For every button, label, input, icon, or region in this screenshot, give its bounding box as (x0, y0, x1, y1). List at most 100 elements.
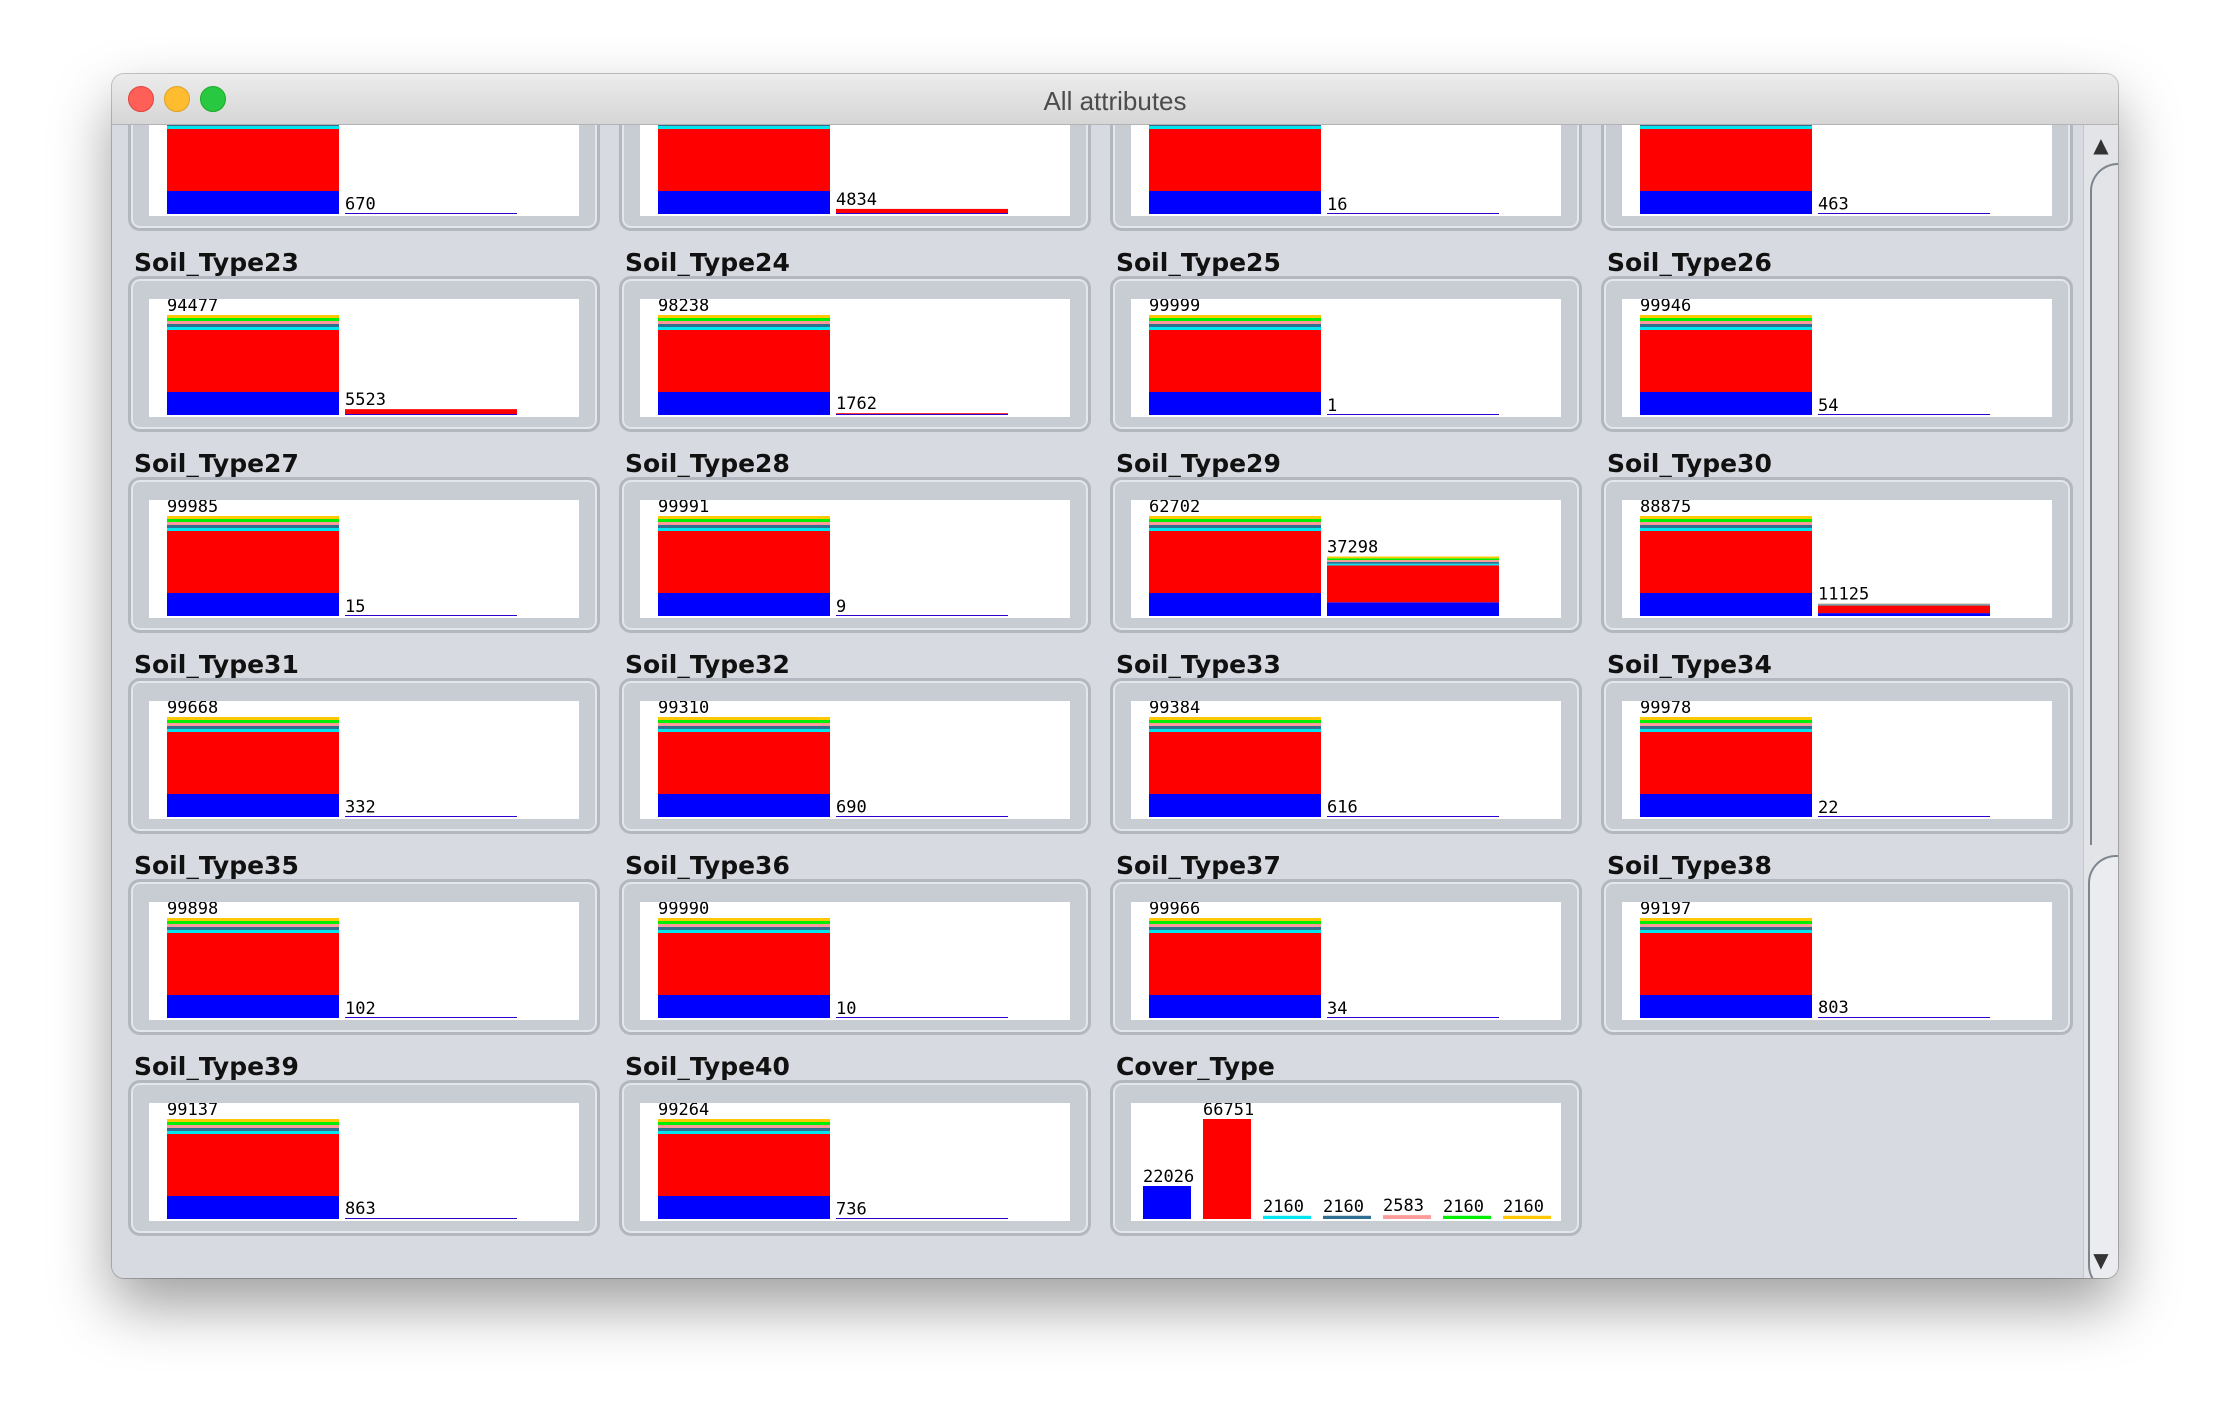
bar-segment (1149, 995, 1321, 1018)
histogram-svg: 99384 616 (1149, 701, 1499, 817)
histogram-plot: 99264 736 (640, 1103, 1070, 1221)
scroll-thumb[interactable] (2088, 855, 2118, 1278)
attribute-panel[interactable]: Soil_Type32 99310 690 (619, 650, 1091, 834)
attribute-panel[interactable]: Soil_Type30 88875 11125 (1601, 449, 2073, 633)
bar-value-label: 99197 (1640, 902, 1691, 919)
bar-segment (167, 327, 339, 330)
bar-segment (1149, 933, 1321, 995)
attribute-panel[interactable]: Soil_Type28 99991 9 (619, 449, 1091, 633)
attribute-panel[interactable]: Soil_Type23 94477 5523 (128, 248, 600, 432)
bar-segment (1327, 563, 1499, 566)
attribute-panel[interactable]: Soil_Type27 99985 15 (128, 449, 600, 633)
attribute-panel[interactable]: 99330670 (128, 125, 600, 231)
bar (1818, 816, 1990, 817)
bar-value-label: 5523 (345, 390, 386, 410)
bar-segment (1640, 318, 1812, 321)
histogram-frame: 99537463 (1601, 125, 2073, 231)
bar-segment (1327, 565, 1499, 603)
attribute-panel[interactable]: 951664834 (619, 125, 1091, 231)
attribute-panel[interactable]: Soil_Type36 99990 10 (619, 851, 1091, 1035)
attribute-panel[interactable]: Soil_Type29 62702 37298 (1110, 449, 1582, 633)
bar-value-label: 99137 (167, 1103, 218, 1120)
bar-segment (658, 933, 830, 995)
arrow-down-icon[interactable]: ▼ (2084, 1248, 2118, 1272)
bar-segment (658, 794, 830, 817)
bar-segment (167, 794, 339, 817)
scroll-track[interactable] (2090, 163, 2118, 845)
bar-value-label: 99384 (1149, 701, 1200, 718)
bar-segment (1327, 558, 1499, 561)
bar-segment (1640, 729, 1812, 732)
histogram-plot: 99898 102 (149, 902, 579, 1020)
bar-segment (167, 921, 339, 924)
bar (836, 414, 1008, 415)
attribute-panel[interactable]: Soil_Type37 99966 34 (1110, 851, 1582, 1035)
bar-segment (658, 930, 830, 933)
attribute-panel[interactable]: Soil_Type33 99384 616 (1110, 650, 1582, 834)
attribute-name: Soil_Type27 (134, 449, 299, 478)
attribute-panel[interactable]: Cover_Type 22026 66751 2160 2160 2583 2160 2160 (1110, 1052, 1582, 1236)
bar-segment (658, 191, 830, 214)
bar (836, 1017, 1008, 1018)
bar-segment (1149, 129, 1321, 191)
vertical-scrollbar[interactable]: ▲ ▼ (2083, 125, 2118, 1278)
title-bar[interactable]: All attributes (112, 74, 2118, 125)
bar-segment (1149, 924, 1321, 927)
attribute-panel[interactable]: Soil_Type35 99898 102 (128, 851, 600, 1035)
bar-segment (1818, 613, 1990, 616)
histogram-svg: 99668 332 (167, 701, 517, 818)
attribute-panel[interactable]: 9998416 (1110, 125, 1582, 231)
bar-segment (167, 519, 339, 522)
bar-value-label: 16 (1327, 195, 1347, 215)
bar-segment (1149, 720, 1321, 723)
bar-segment (1149, 324, 1321, 327)
histogram-plot: 9998416 (1131, 125, 1561, 216)
arrow-up-icon[interactable]: ▲ (2084, 133, 2118, 157)
bar-value-label: 99991 (658, 500, 709, 517)
bar-segment (1149, 921, 1321, 924)
bar-segment (1149, 531, 1321, 593)
histogram-frame: 99985 15 (128, 477, 600, 633)
attribute-panel[interactable]: Soil_Type40 99264 736 (619, 1052, 1091, 1236)
bar-value-label: 94477 (167, 299, 218, 316)
bar-segment (167, 924, 339, 927)
bar-segment (1149, 794, 1321, 817)
attribute-panel[interactable]: Soil_Type39 99137 863 (128, 1052, 600, 1236)
attribute-name: Soil_Type25 (1116, 248, 1281, 277)
attribute-panel[interactable]: 99537463 (1601, 125, 2073, 231)
bar-segment (658, 924, 830, 927)
attribute-name: Cover_Type (1116, 1052, 1275, 1081)
attribute-panel[interactable]: Soil_Type34 99978 22 (1601, 650, 2073, 834)
bar-segment (167, 1125, 339, 1128)
bar-segment (658, 1125, 830, 1128)
bar-value-label: 616 (1327, 797, 1358, 817)
bar-segment (658, 720, 830, 723)
bar-segment (167, 125, 339, 126)
attribute-panel[interactable]: Soil_Type38 99197 803 (1601, 851, 2073, 1035)
bar (836, 615, 1008, 616)
histogram-svg: 62702 37298 (1149, 500, 1499, 616)
attribute-panel[interactable]: Soil_Type31 99668 332 (128, 650, 600, 834)
attribute-name: Soil_Type37 (1116, 851, 1281, 880)
bar-value-label: 2160 (1263, 1197, 1304, 1217)
bar-segment (1640, 519, 1812, 522)
bar-segment (658, 1122, 830, 1125)
histogram-frame: 99978 22 (1601, 678, 2073, 834)
histogram-svg: 99985 15 (167, 500, 517, 617)
attribute-name: Soil_Type31 (134, 650, 299, 679)
bar-segment (1640, 330, 1812, 392)
attribute-panel[interactable]: Soil_Type25 99999 1 (1110, 248, 1582, 432)
bar-value-label: 2160 (1323, 1197, 1364, 1217)
histogram-frame: 99999 1 (1110, 276, 1582, 432)
histogram-svg: 99946 54 (1640, 299, 1990, 416)
bar-value-label: 9 (836, 597, 846, 617)
attributes-grid[interactable]: 99330670 951664834 9998416 99537463 Soil_Typ… (112, 125, 2118, 1278)
attribute-panel[interactable]: Soil_Type24 98238 1762 (619, 248, 1091, 432)
bar-segment (167, 995, 339, 1018)
attribute-panel[interactable]: Soil_Type26 99946 54 (1601, 248, 2073, 432)
histogram-frame: 99384 616 (1110, 678, 1582, 834)
histogram-plot: 99991 9 (640, 500, 1070, 618)
bar-segment (1640, 327, 1812, 330)
bar-segment (1818, 604, 1990, 606)
attribute-name: Soil_Type39 (134, 1052, 299, 1081)
